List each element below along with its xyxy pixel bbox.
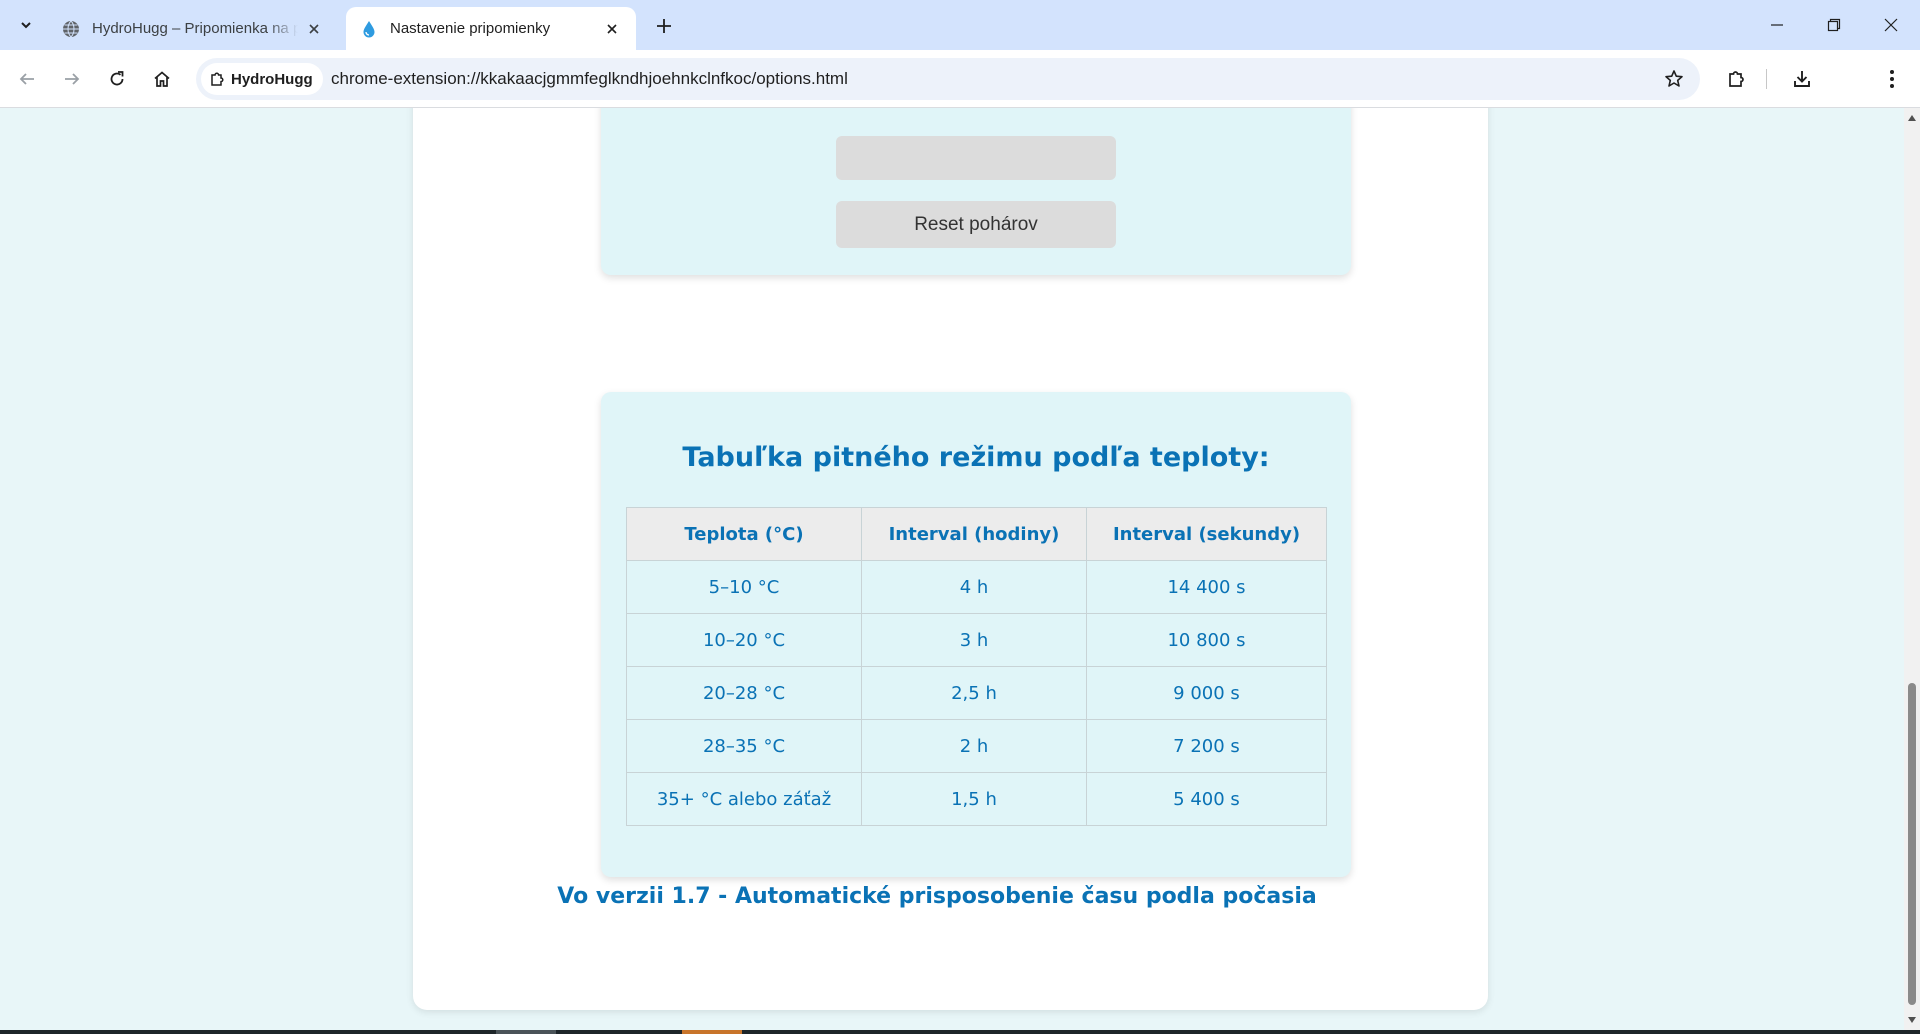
reload-button[interactable] <box>100 62 134 96</box>
table-header-row: Teplota (°C) Interval (hodiny) Interval … <box>626 507 1327 561</box>
url-text[interactable]: chrome-extension://kkakaacjgmmfeglkndhjo… <box>331 58 848 100</box>
extensions-button[interactable] <box>1719 62 1753 96</box>
browser-toolbar: HydroHugg chrome-extension://kkakaacjgmm… <box>0 50 1920 108</box>
star-icon <box>1665 70 1683 87</box>
home-button[interactable] <box>145 62 179 96</box>
vertical-scrollbar[interactable] <box>1904 108 1920 1030</box>
table-cell: 3 h <box>861 613 1087 667</box>
page-viewport: Reset pohárov Tabuľka pitného režimu pod… <box>0 108 1904 1030</box>
table-cell: 14 400 s <box>1086 560 1327 614</box>
table-cell: 20–28 °C <box>626 666 862 720</box>
close-icon <box>607 23 617 34</box>
table-cell: 5–10 °C <box>626 560 862 614</box>
table-row: 35+ °C alebo záťaž 1,5 h 5 400 s <box>626 772 1327 826</box>
tab-hydrohugg[interactable]: HydroHugg – Pripomienka na p <box>48 7 338 50</box>
version-note: Vo verzii 1.7 - Automatické prisposobeni… <box>557 884 1317 909</box>
reset-cups-button[interactable]: Reset pohárov <box>836 201 1116 248</box>
table-cell: 1,5 h <box>861 772 1087 826</box>
table-cell: 35+ °C alebo záťaž <box>626 772 862 826</box>
table-title: Tabuľka pitného režimu podľa teploty: <box>682 442 1270 473</box>
tab-title: HydroHugg – Pripomienka na p <box>92 20 298 37</box>
table-cell: 9 000 s <box>1086 666 1327 720</box>
column-header: Teplota (°C) <box>626 507 862 561</box>
table-cell: 10–20 °C <box>626 613 862 667</box>
scroll-down-button[interactable] <box>1904 1012 1920 1028</box>
reload-icon <box>110 71 124 86</box>
table-cell: 10 800 s <box>1086 613 1327 667</box>
hydration-table: Teplota (°C) Interval (hodiny) Interval … <box>626 507 1327 826</box>
table-row: 5–10 °C 4 h 14 400 s <box>626 560 1327 614</box>
globe-icon <box>63 20 79 37</box>
address-bar[interactable]: HydroHugg chrome-extension://kkakaacjgmm… <box>196 58 1700 100</box>
triangle-up-icon <box>1908 115 1916 121</box>
column-header: Interval (sekundy) <box>1086 507 1327 561</box>
minimize-button[interactable] <box>1748 0 1806 50</box>
table-cell: 28–35 °C <box>626 719 862 773</box>
table-cell: 5 400 s <box>1086 772 1327 826</box>
table-cell: 7 200 s <box>1086 719 1327 773</box>
table-row: 28–35 °C 2 h 7 200 s <box>626 719 1327 773</box>
close-icon <box>309 23 319 34</box>
scrollbar-thumb[interactable] <box>1908 683 1916 1005</box>
downloads-button[interactable] <box>1785 62 1819 96</box>
restore-icon <box>1827 18 1841 32</box>
table-cell: 4 h <box>861 560 1087 614</box>
water-drop-icon <box>363 20 375 37</box>
tab-strip: HydroHugg – Pripomienka na p Nastavenie … <box>0 0 1920 50</box>
close-window-button[interactable] <box>1862 0 1920 50</box>
tab-search-button[interactable] <box>10 10 42 40</box>
home-icon <box>154 71 170 87</box>
site-chip[interactable]: HydroHugg <box>201 63 323 95</box>
puzzle-icon <box>211 72 224 86</box>
triangle-down-icon <box>1908 1017 1916 1023</box>
chevron-down-icon <box>21 22 31 29</box>
close-icon <box>1884 18 1898 32</box>
toolbar-separator <box>1766 69 1767 89</box>
bookmark-star-button[interactable] <box>1660 65 1688 93</box>
hydration-table-card: Tabuľka pitného režimu podľa teploty: Te… <box>601 392 1351 877</box>
close-tab-button[interactable] <box>304 19 324 39</box>
close-tab-button[interactable] <box>602 19 622 39</box>
tab-title: Nastavenie pripomienky <box>390 20 551 37</box>
options-container: Reset pohárov Tabuľka pitného režimu pod… <box>413 108 1488 1010</box>
menu-button[interactable] <box>1875 62 1909 96</box>
minimize-icon <box>1771 24 1783 26</box>
taskbar-item <box>496 1030 556 1034</box>
settings-button[interactable] <box>836 136 1116 180</box>
taskbar-item <box>682 1030 742 1034</box>
new-tab-button[interactable] <box>650 12 678 40</box>
tab-nastavenie[interactable]: Nastavenie pripomienky <box>346 7 636 50</box>
back-button[interactable] <box>10 62 44 96</box>
settings-card: Reset pohárov <box>601 108 1351 275</box>
os-taskbar-edge <box>0 1030 1920 1034</box>
puzzle-icon <box>1729 71 1744 87</box>
table-row: 10–20 °C 3 h 10 800 s <box>626 613 1327 667</box>
table-row: 20–28 °C 2,5 h 9 000 s <box>626 666 1327 720</box>
column-header: Interval (hodiny) <box>861 507 1087 561</box>
table-cell: 2 h <box>861 719 1087 773</box>
forward-button[interactable] <box>55 62 89 96</box>
scroll-up-button[interactable] <box>1904 110 1920 126</box>
table-cell: 2,5 h <box>861 666 1087 720</box>
arrow-left-icon <box>19 73 34 85</box>
download-icon <box>1794 71 1810 87</box>
arrow-right-icon <box>65 73 80 85</box>
plus-icon <box>657 19 671 33</box>
kebab-menu-icon <box>1890 70 1894 88</box>
restore-button[interactable] <box>1805 0 1863 50</box>
site-chip-label: HydroHugg <box>231 70 313 88</box>
